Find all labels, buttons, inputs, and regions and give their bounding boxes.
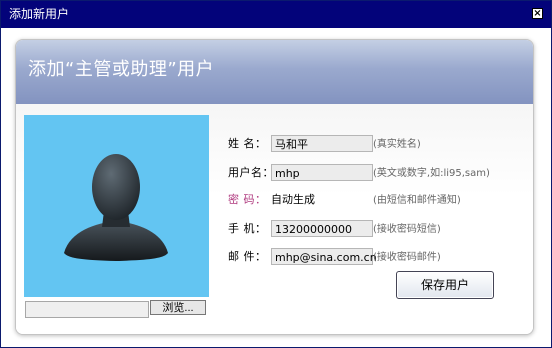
- name-hint: (真实姓名): [373, 139, 421, 150]
- title-bar[interactable]: 添加新用户 ×: [1, 1, 551, 28]
- username-hint: (英文或数字,如:li95,sam): [373, 168, 490, 179]
- email-field[interactable]: mhp@sina.com.cn: [271, 248, 377, 265]
- username-label: 用户名：: [228, 166, 274, 179]
- panel-header: 添加“主管或助理”用户: [16, 40, 533, 104]
- name-label: 姓 名：: [228, 137, 267, 150]
- email-label: 邮 件：: [228, 250, 267, 263]
- phone-hint: (接收密码短信): [373, 224, 441, 235]
- user-silhouette-icon: [64, 154, 168, 261]
- email-hint: (接收密码邮件): [373, 252, 441, 263]
- username-field[interactable]: mhp: [271, 164, 373, 181]
- phone-field[interactable]: 13200000000: [271, 220, 373, 237]
- password-hint: (由短信和邮件通知): [373, 195, 461, 206]
- password-value: 自动生成: [271, 193, 315, 206]
- phone-label: 手 机：: [228, 222, 267, 235]
- browse-button[interactable]: 浏览...: [150, 300, 206, 315]
- photo-file-input[interactable]: [25, 301, 149, 318]
- name-field[interactable]: 马和平: [271, 135, 373, 152]
- password-label: 密 码：: [228, 193, 267, 206]
- panel-heading: 添加“主管或助理”用户: [28, 59, 215, 80]
- close-icon[interactable]: ×: [532, 8, 543, 19]
- save-user-button[interactable]: 保存用户: [396, 271, 494, 299]
- user-photo: [24, 115, 209, 297]
- window-title: 添加新用户: [9, 7, 70, 21]
